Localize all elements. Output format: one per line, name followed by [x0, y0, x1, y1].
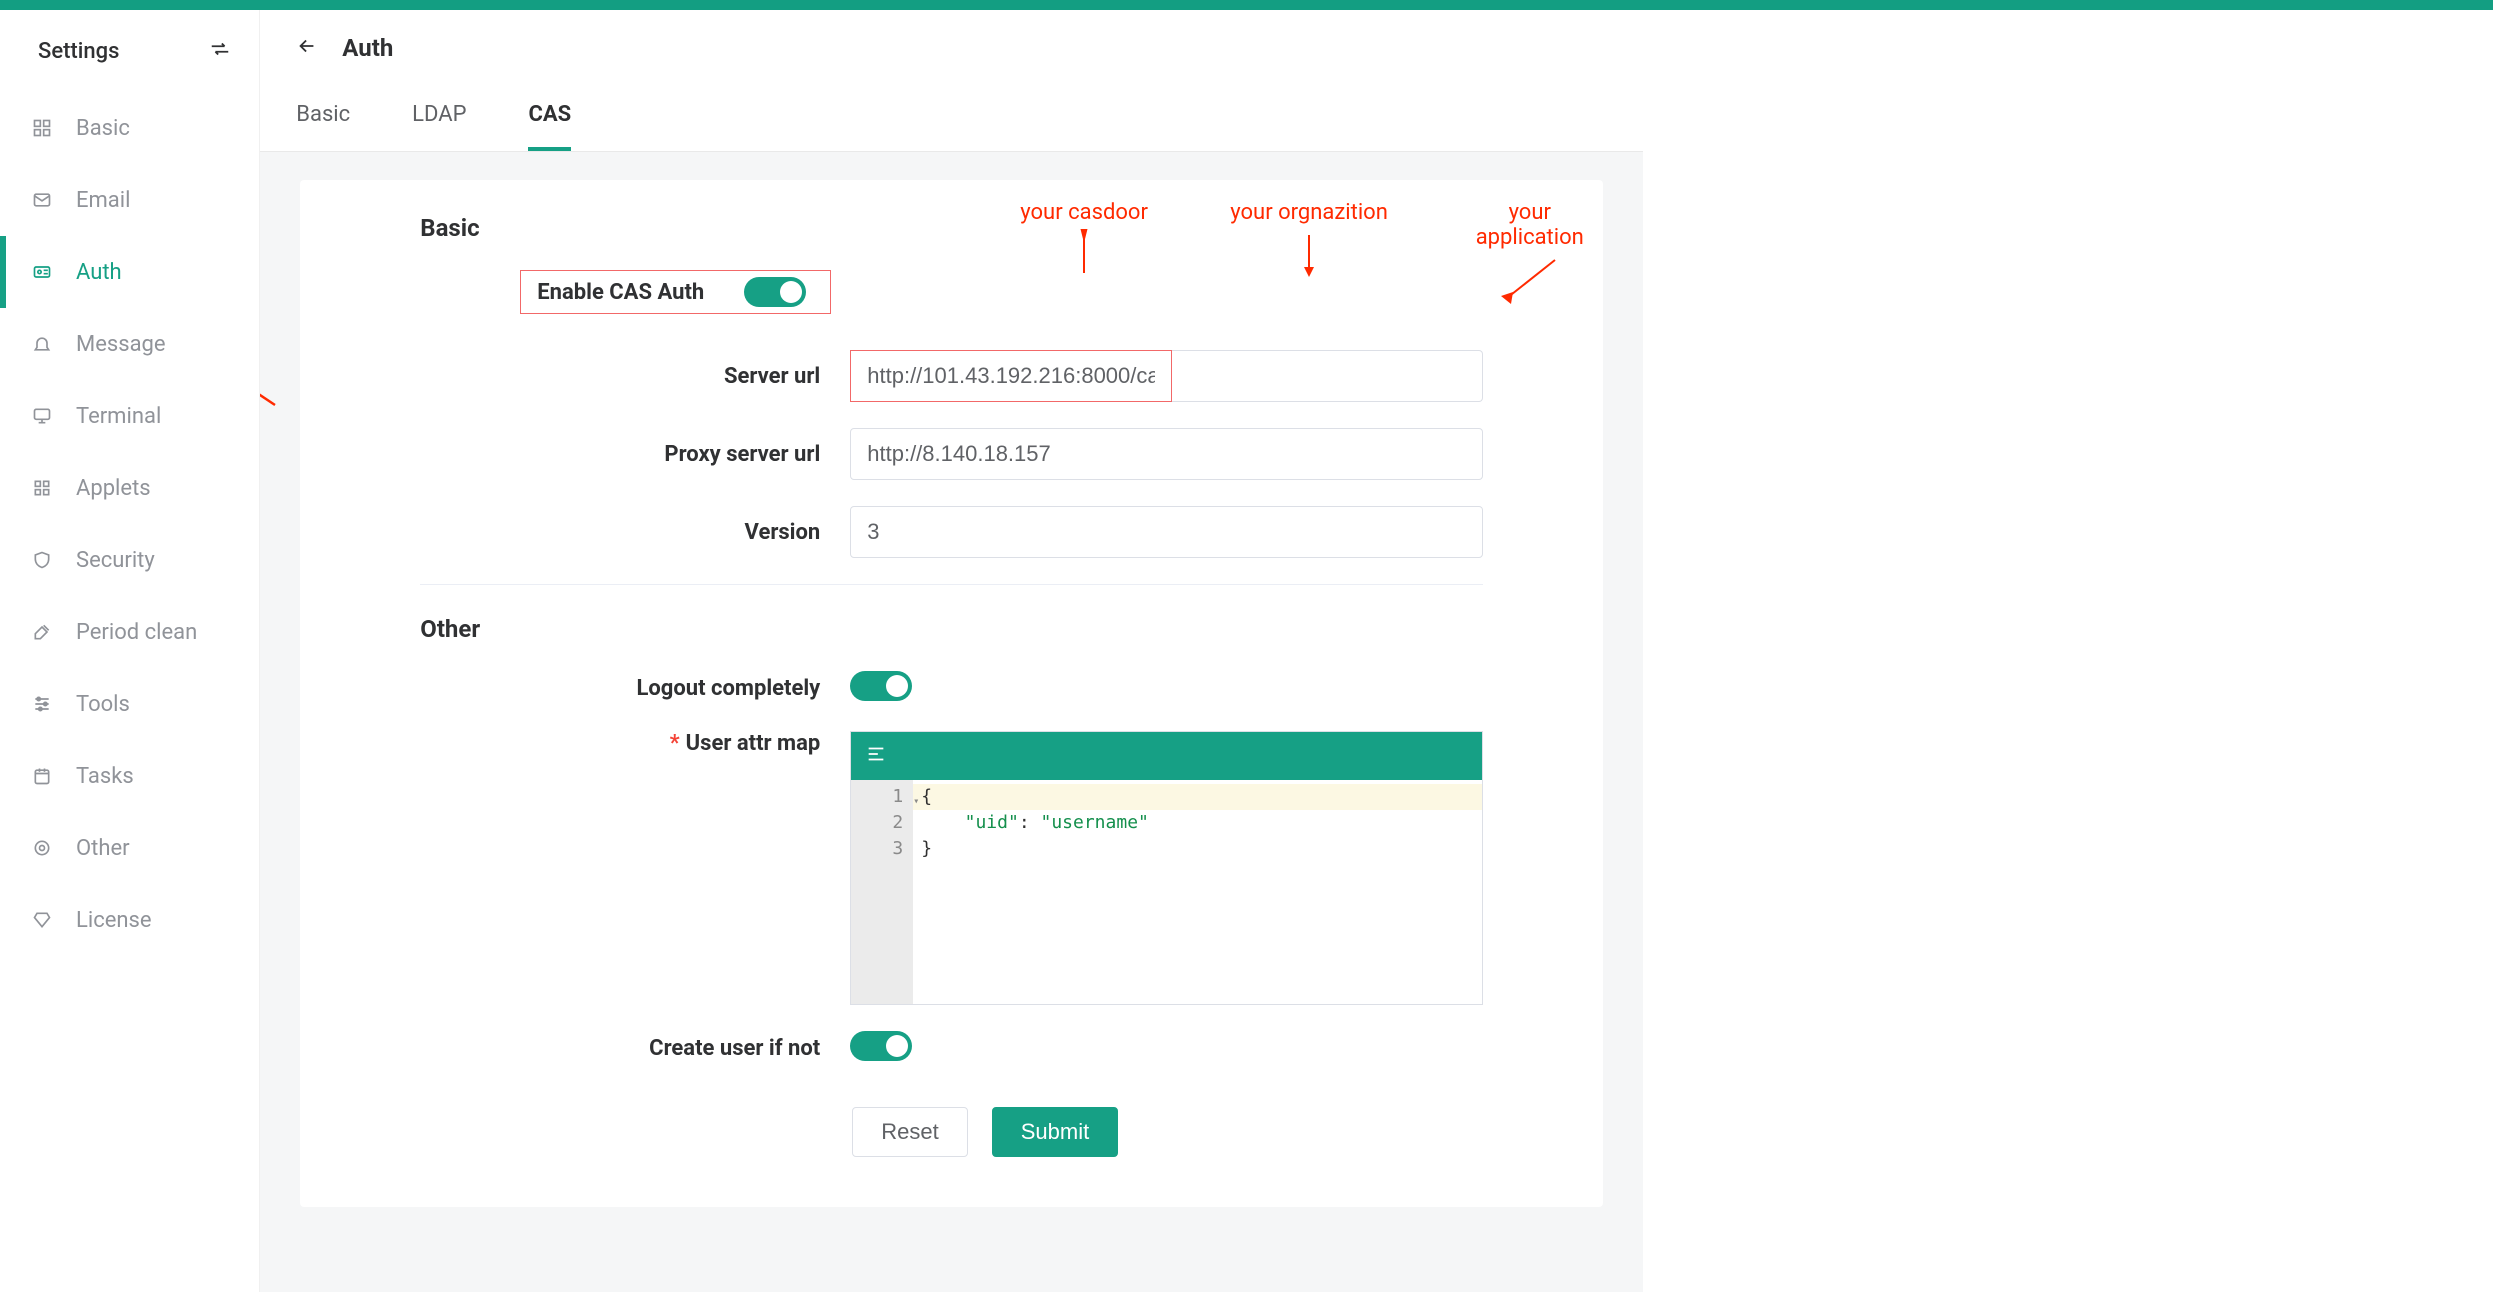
breadcrumb: Auth — [342, 34, 393, 62]
annotation-arrow-auth — [260, 275, 285, 415]
sidebar-item-label: Other — [76, 836, 130, 861]
sidebar-item-label: Tools — [76, 692, 130, 717]
monitor-icon — [30, 406, 54, 426]
back-icon[interactable] — [296, 35, 318, 61]
proxy-url-label: Proxy server url — [420, 442, 850, 467]
enable-cas-box: Enable CAS Auth — [520, 270, 831, 314]
grid-icon — [30, 118, 54, 138]
sidebar: Settings Basic Email Auth — [0, 10, 260, 1292]
editor-toolbar — [851, 732, 1482, 780]
sidebar-item-license[interactable]: License — [0, 884, 259, 956]
divider — [420, 584, 1483, 585]
tab-label: CAS — [528, 102, 571, 127]
sidebar-item-basic[interactable]: Basic — [0, 92, 259, 164]
sidebar-item-period-clean[interactable]: Period clean — [0, 596, 259, 668]
target-icon — [30, 838, 54, 858]
bell-icon — [30, 334, 54, 354]
sliders-icon — [30, 694, 54, 714]
right-pad — [1643, 10, 2493, 1292]
annotation-application: your application — [1456, 200, 1603, 309]
logout-toggle[interactable] — [850, 671, 912, 701]
tab-label: Basic — [296, 102, 350, 127]
broom-icon — [30, 622, 54, 642]
reset-button[interactable]: Reset — [852, 1107, 967, 1157]
server-url-label: Server url — [420, 364, 850, 389]
sidebar-item-label: Applets — [76, 476, 151, 501]
sidebar-item-security[interactable]: Security — [0, 524, 259, 596]
main-header: Auth Basic LDAP CAS — [260, 10, 1643, 152]
sidebar-item-email[interactable]: Email — [0, 164, 259, 236]
sidebar-item-applets[interactable]: Applets — [0, 452, 259, 524]
logout-label: Logout completely — [420, 676, 850, 701]
annotation-orgnazition: your orgnazition — [1230, 200, 1388, 279]
sidebar-item-label: Message — [76, 332, 166, 357]
apps-icon — [30, 478, 54, 498]
enable-cas-label: Enable CAS Auth — [537, 280, 704, 305]
mail-icon — [30, 190, 54, 210]
editor-gutter: 1▾ 2 3 — [851, 780, 913, 1004]
tab-basic[interactable]: Basic — [296, 92, 350, 151]
calendar-icon — [30, 766, 54, 786]
panel: Basic your casdoor your orgnazition your… — [300, 180, 1603, 1207]
editor-code[interactable]: { "uid": "username" } — [913, 780, 1482, 1004]
server-url-input[interactable] — [850, 350, 1172, 402]
user-attr-map-editor[interactable]: 1▾ 2 3 { "uid": "username" } — [850, 731, 1483, 1005]
main: Auth Basic LDAP CAS Basic — [260, 10, 1643, 1292]
sidebar-item-message[interactable]: Message — [0, 308, 259, 380]
version-label: Version — [420, 520, 850, 545]
sidebar-title: Settings — [38, 39, 119, 64]
format-icon[interactable] — [865, 743, 887, 769]
sidebar-item-tools[interactable]: Tools — [0, 668, 259, 740]
tab-ldap[interactable]: LDAP — [412, 92, 466, 151]
proxy-url-input[interactable] — [850, 428, 1483, 480]
annotation-casdoor: your casdoor — [1020, 200, 1148, 279]
sidebar-item-label: Auth — [76, 260, 122, 285]
id-icon — [30, 262, 54, 282]
server-url-input-tail[interactable] — [1172, 350, 1483, 402]
topbar — [0, 0, 2493, 10]
sidebar-item-label: License — [76, 908, 152, 933]
sidebar-item-label: Terminal — [76, 404, 161, 429]
sidebar-item-terminal[interactable]: Terminal — [0, 380, 259, 452]
sidebar-item-label: Basic — [76, 116, 130, 141]
version-input[interactable] — [850, 506, 1483, 558]
sidebar-item-label: Tasks — [76, 764, 134, 789]
user-attr-map-label: *User attr map — [420, 731, 850, 756]
create-user-label: Create user if not — [420, 1036, 850, 1061]
tab-cas[interactable]: CAS — [528, 92, 571, 151]
enable-cas-toggle[interactable] — [744, 277, 806, 307]
shield-icon — [30, 550, 54, 570]
section-other-title: Other — [420, 615, 1483, 643]
create-user-toggle[interactable] — [850, 1031, 912, 1061]
sidebar-item-label: Period clean — [76, 620, 197, 645]
sidebar-item-other[interactable]: Other — [0, 812, 259, 884]
submit-button[interactable]: Submit — [992, 1107, 1118, 1157]
tab-label: LDAP — [412, 102, 466, 127]
sidebar-item-auth[interactable]: Auth — [0, 236, 259, 308]
diamond-icon — [30, 910, 54, 930]
sidebar-item-label: Email — [76, 188, 130, 213]
sidebar-item-tasks[interactable]: Tasks — [0, 740, 259, 812]
sidebar-item-label: Security — [76, 548, 155, 573]
swap-icon[interactable] — [209, 38, 231, 64]
